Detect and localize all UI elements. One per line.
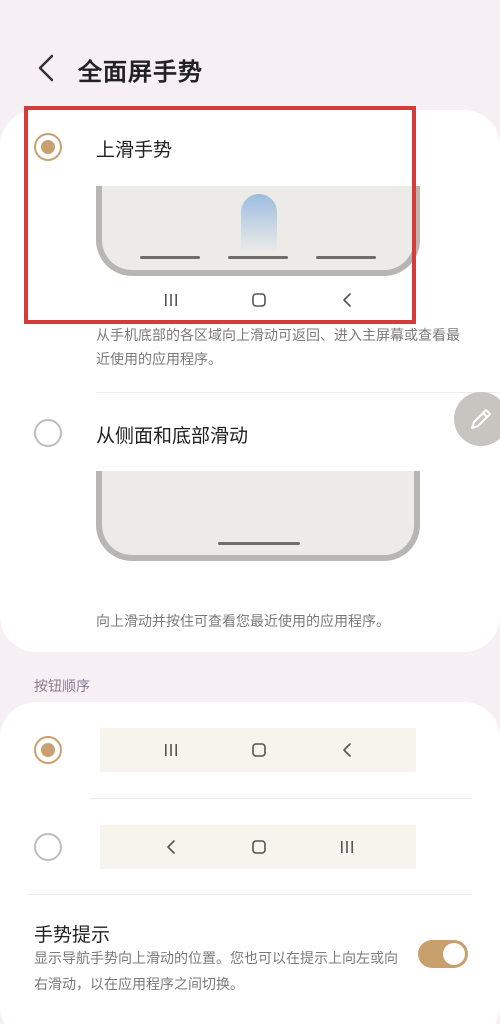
order-option-2-radio[interactable] [34, 833, 62, 861]
edit-button[interactable] [454, 392, 500, 446]
side-bottom-preview [96, 471, 420, 561]
home-icon [244, 738, 274, 762]
order-option-1-preview[interactable] [100, 728, 416, 772]
swipe-up-description: 从手机底部的各区域向上滑动可返回、进入主屏幕或查看最近使用的应用程序。 [96, 328, 460, 368]
header: 全面屏手势 [0, 0, 500, 120]
recents-icon [156, 738, 186, 762]
order-option-1-radio[interactable] [34, 736, 62, 764]
divider [96, 392, 500, 393]
side-bottom-label[interactable]: 从侧面和底部滑动 [96, 421, 248, 448]
divider [90, 798, 472, 799]
back-icon [332, 738, 362, 762]
gesture-hint-description: 显示导航手势向上滑动的位置。您也可以在提示上向左或向右滑动，以在应用程序之间切换… [34, 951, 398, 993]
gesture-hint-toggle[interactable] [418, 940, 468, 968]
section-title-button-order: 按钮顺序 [34, 679, 90, 695]
gesture-bar-single [218, 542, 300, 545]
order-option-2-preview[interactable] [100, 825, 416, 869]
gesture-hint-title: 手势提示 [34, 924, 111, 946]
side-bottom-radio[interactable] [34, 419, 62, 447]
back-icon [156, 835, 186, 859]
toggle-knob [443, 943, 465, 965]
page-title: 全面屏手势 [78, 58, 203, 86]
back-button[interactable] [26, 48, 66, 88]
home-icon [244, 835, 274, 859]
highlight-box [24, 106, 416, 324]
pencil-icon [471, 409, 491, 429]
chevron-left-icon [38, 54, 54, 82]
side-bottom-description: 向上滑动并按住可查看您最近使用的应用程序。 [96, 614, 390, 630]
divider [28, 894, 472, 895]
recents-icon [332, 835, 362, 859]
